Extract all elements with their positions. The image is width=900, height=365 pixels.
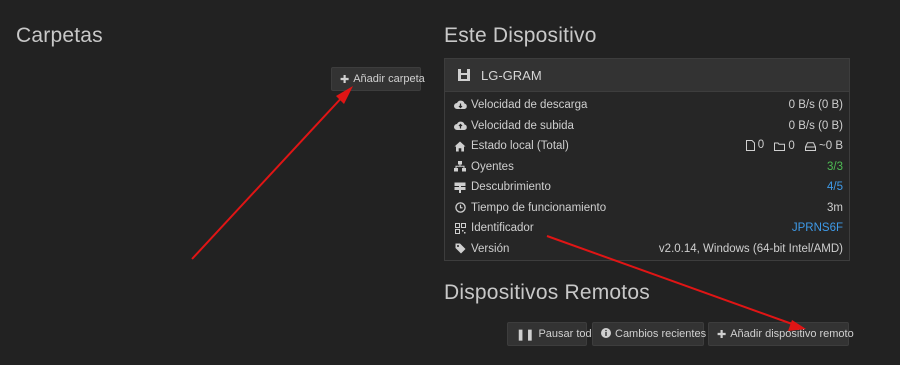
row-label: Velocidad de descarga <box>471 99 588 112</box>
download-rate-value: 0 B/s (0 B) <box>788 99 843 112</box>
row-label: Descubrimiento <box>471 181 551 194</box>
folder-icon <box>774 142 786 151</box>
files-count: 0 <box>745 139 764 151</box>
device-panel-header[interactable]: LG-GRAM <box>445 59 849 92</box>
add-folder-label: Añadir carpeta <box>353 73 425 85</box>
row-upload-rate: Velocidad de subida 0 B/s (0 B) <box>445 116 849 137</box>
plus-icon: ✚ <box>717 328 727 341</box>
row-label: Oyentes <box>471 160 514 173</box>
uptime-value: 3m <box>827 201 843 214</box>
row-label: Velocidad de subida <box>471 119 574 132</box>
recent-changes-label: Cambios recientes <box>615 328 707 340</box>
cloud-download-icon <box>453 99 467 111</box>
row-uptime: Tiempo de funcionamiento 3m <box>445 198 849 219</box>
device-icon <box>458 69 470 81</box>
this-device-heading: Este Dispositivo <box>444 24 597 47</box>
cloud-upload-icon <box>453 120 467 132</box>
add-folder-button[interactable]: ✚ Añadir carpeta <box>331 67 425 91</box>
sitemap-icon <box>453 161 467 173</box>
qrcode-icon <box>453 222 467 234</box>
row-label: Identificador <box>471 222 534 235</box>
recent-changes-button[interactable]: Cambios recientes <box>592 322 707 346</box>
pause-all-label: Pausar todo <box>538 328 598 340</box>
info-icon <box>601 327 611 341</box>
discovery-value[interactable]: 4/5 <box>827 181 843 193</box>
this-device-panel: LG-GRAM Velocidad de descarga 0 B/s (0 B… <box>444 58 850 261</box>
device-name: LG-GRAM <box>481 67 542 83</box>
hdd-icon <box>805 141 817 151</box>
folders-heading: Carpetas <box>16 24 103 47</box>
row-identifier: Identificador JPRNS6F <box>445 218 849 239</box>
clock-icon <box>453 202 467 214</box>
plus-icon: ✚ <box>340 73 350 86</box>
local-state-values: 0 0 ~0 B <box>739 139 843 154</box>
arrow-to-add-folder <box>191 86 353 260</box>
remote-devices-heading: Dispositivos Remotos <box>444 281 650 304</box>
home-icon <box>453 140 467 152</box>
row-discovery: Descubrimiento 4/5 <box>445 177 849 198</box>
file-icon <box>745 139 755 151</box>
row-label: Estado local (Total) <box>471 140 569 153</box>
version-value: v2.0.14, Windows (64-bit Intel/AMD) <box>658 242 843 255</box>
row-listeners: Oyentes 3/3 <box>445 157 849 178</box>
add-remote-device-label: Añadir dispositivo remoto <box>730 328 854 340</box>
row-local-state: Estado local (Total) 0 0 ~0 B <box>445 136 849 157</box>
add-remote-device-button[interactable]: ✚ Añadir dispositivo remoto <box>708 322 854 346</box>
row-download-rate: Velocidad de descarga 0 B/s (0 B) <box>445 95 849 116</box>
device-id-link[interactable]: JPRNS6F <box>792 222 843 234</box>
row-label: Versión <box>471 242 510 255</box>
signpost-icon <box>453 181 467 193</box>
pause-all-button[interactable]: ❚❚ Pausar todo <box>507 322 598 346</box>
size-total: ~0 B <box>805 140 843 152</box>
folders-count: 0 <box>774 140 795 152</box>
listeners-value: 3/3 <box>827 160 843 173</box>
tag-icon <box>453 243 467 255</box>
pause-icon: ❚❚ <box>516 328 535 341</box>
row-label: Tiempo de funcionamiento <box>471 201 607 214</box>
upload-rate-value: 0 B/s (0 B) <box>788 119 843 132</box>
row-version: Versión v2.0.14, Windows (64-bit Intel/A… <box>445 239 849 260</box>
